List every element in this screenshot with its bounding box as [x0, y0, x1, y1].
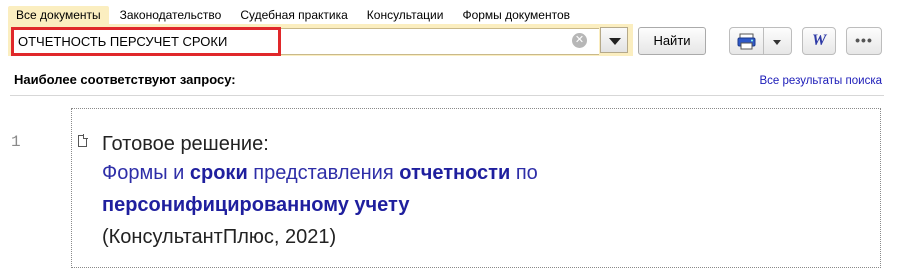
- result-title-part: по: [510, 162, 538, 184]
- tab-document-forms[interactable]: Формы документов: [454, 6, 578, 24]
- more-actions-button[interactable]: •••: [846, 27, 882, 55]
- divider: [10, 95, 884, 96]
- result-source: (КонсультантПлюс, 2021): [102, 226, 337, 248]
- tab-court-practice[interactable]: Судебная практика: [232, 6, 355, 24]
- tab-legislation[interactable]: Законодательство: [112, 6, 230, 24]
- document-icon: [78, 134, 88, 147]
- results-section-title: Наиболее соответствуют запросу:: [14, 72, 236, 87]
- result-title-keyword: сроки: [189, 162, 248, 184]
- search-history-dropdown[interactable]: [600, 27, 628, 53]
- word-export-icon: W: [812, 32, 827, 49]
- result-title-keyword: отчетности: [399, 162, 511, 184]
- clear-circle-icon[interactable]: ✕: [572, 33, 587, 48]
- result-title-part: Формы и: [102, 162, 190, 184]
- print-options-dropdown[interactable]: [764, 27, 792, 55]
- search-tabs: Все документы Законодательство Судебная …: [8, 6, 581, 24]
- result-label: Готовое решение:: [102, 133, 269, 155]
- search-field-extension[interactable]: [281, 28, 599, 55]
- export-word-button[interactable]: W: [802, 27, 836, 55]
- more-dots-icon: •••: [855, 32, 873, 48]
- print-button[interactable]: [729, 27, 764, 55]
- printer-icon: [737, 33, 756, 50]
- tab-consultations[interactable]: Консультации: [359, 6, 452, 24]
- all-results-link[interactable]: Все результаты поиска: [760, 75, 882, 87]
- find-button[interactable]: Найти: [638, 27, 706, 55]
- search-field[interactable]: [11, 27, 281, 56]
- result-title-line-1[interactable]: Формы и сроки представления отчетности п…: [102, 161, 538, 185]
- result-number: 1: [11, 133, 21, 151]
- chevron-down-icon: [609, 38, 621, 45]
- result-title-keyword: персонифицированному учету: [102, 194, 410, 216]
- chevron-down-icon: [773, 40, 781, 45]
- result-title-line-2[interactable]: персонифицированному учету: [102, 193, 409, 217]
- search-input[interactable]: [14, 30, 276, 53]
- result-title-part: представления: [247, 162, 400, 184]
- search-bar: ✕: [8, 24, 633, 56]
- tab-all-documents[interactable]: Все документы: [8, 6, 109, 24]
